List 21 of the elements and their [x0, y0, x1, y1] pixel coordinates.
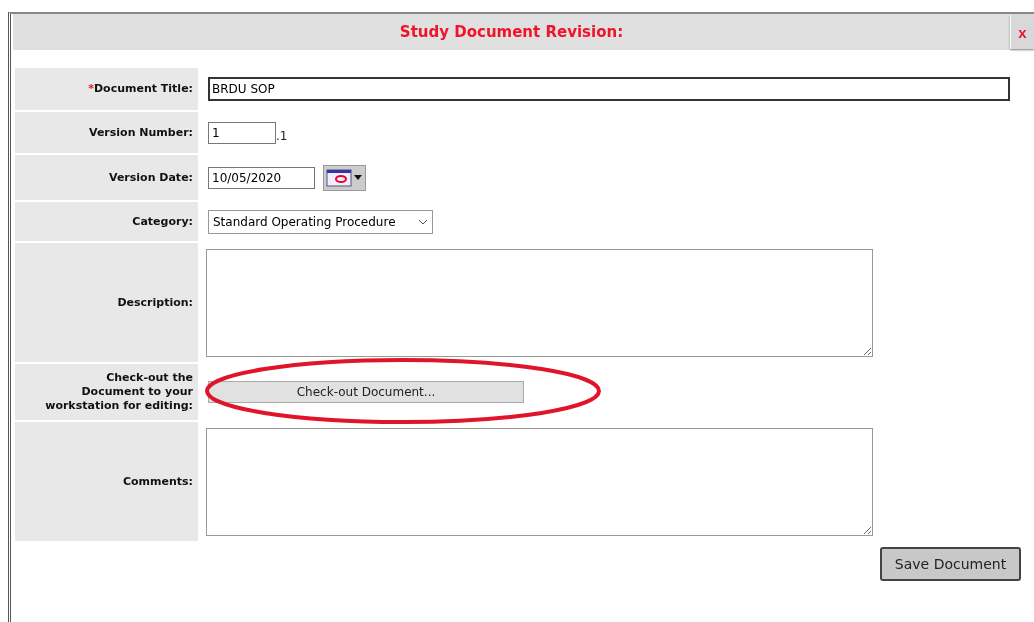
field-label: Category: [132, 214, 193, 229]
calendar-icon [326, 168, 352, 187]
document-title-field[interactable]: BRDU SOP [208, 77, 1010, 101]
calendar-button[interactable] [323, 164, 366, 191]
date-field[interactable]: 10/05/2020 [208, 166, 315, 189]
category-select[interactable]: Standard Operating Procedure [208, 209, 433, 234]
description-field[interactable] [206, 248, 873, 357]
field-label: Description: [117, 295, 193, 310]
version-suffix: .1 [276, 129, 288, 143]
save-button[interactable]: Save Document [880, 547, 1021, 581]
version-number-field[interactable]: 1 [208, 121, 276, 144]
dialog-title: Study Document Revision: [398, 23, 625, 41]
field-label: Comments: [122, 474, 193, 489]
checkout-button[interactable]: Check-out Document... [208, 381, 524, 403]
field-label: Check-out the Document to your workstation for editing: [44, 371, 193, 413]
field-label: *Document Title: [88, 82, 193, 96]
chevron-icon [418, 218, 428, 225]
comments-field[interactable] [206, 427, 873, 536]
field-label: Version Number: [89, 125, 193, 140]
caret-icon [354, 175, 362, 180]
field-label: Version Date: [109, 170, 193, 185]
